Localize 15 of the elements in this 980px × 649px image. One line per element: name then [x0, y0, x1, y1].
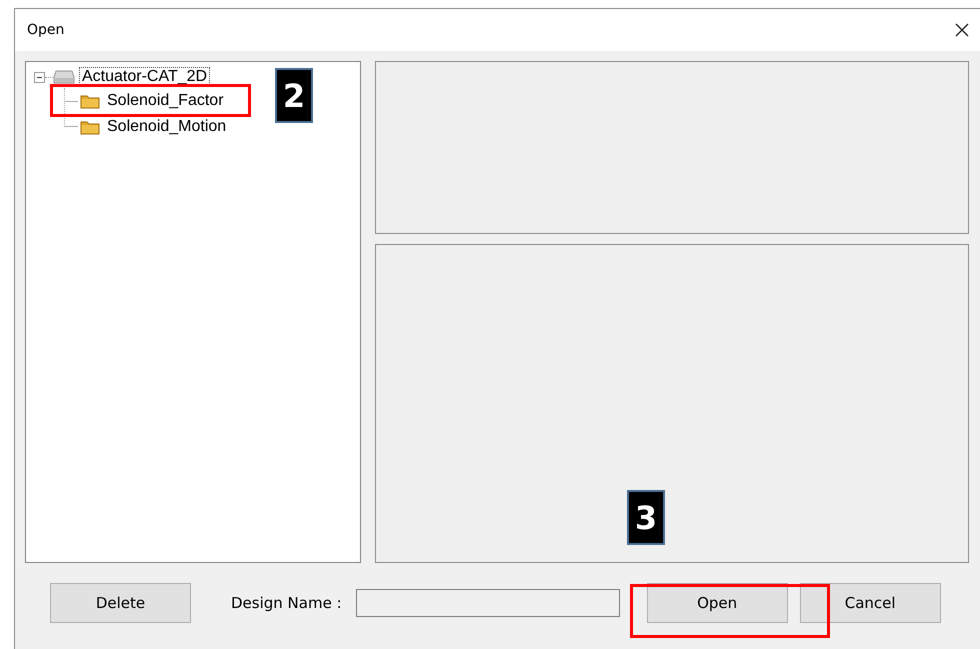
- folder-icon: [80, 94, 100, 108]
- window-title: Open: [27, 22, 64, 38]
- step-number-badge: 2: [275, 68, 313, 123]
- open-button[interactable]: Open: [646, 583, 788, 623]
- tree-item[interactable]: Solenoid_Motion: [104, 117, 230, 137]
- design-name-field[interactable]: [356, 589, 620, 617]
- tree-item[interactable]: Actuator-CAT_2D: [79, 67, 210, 87]
- design-name-label: Design Name :: [231, 594, 342, 612]
- collapse-toggle[interactable]: [34, 72, 45, 82]
- cancel-button[interactable]: Cancel: [800, 583, 941, 623]
- close-icon[interactable]: [954, 22, 970, 38]
- step-number-badge: 3: [627, 490, 665, 545]
- delete-button[interactable]: Delete: [50, 583, 191, 623]
- tree-item[interactable]: Solenoid_Factor: [104, 91, 227, 111]
- folder-icon: [80, 120, 100, 134]
